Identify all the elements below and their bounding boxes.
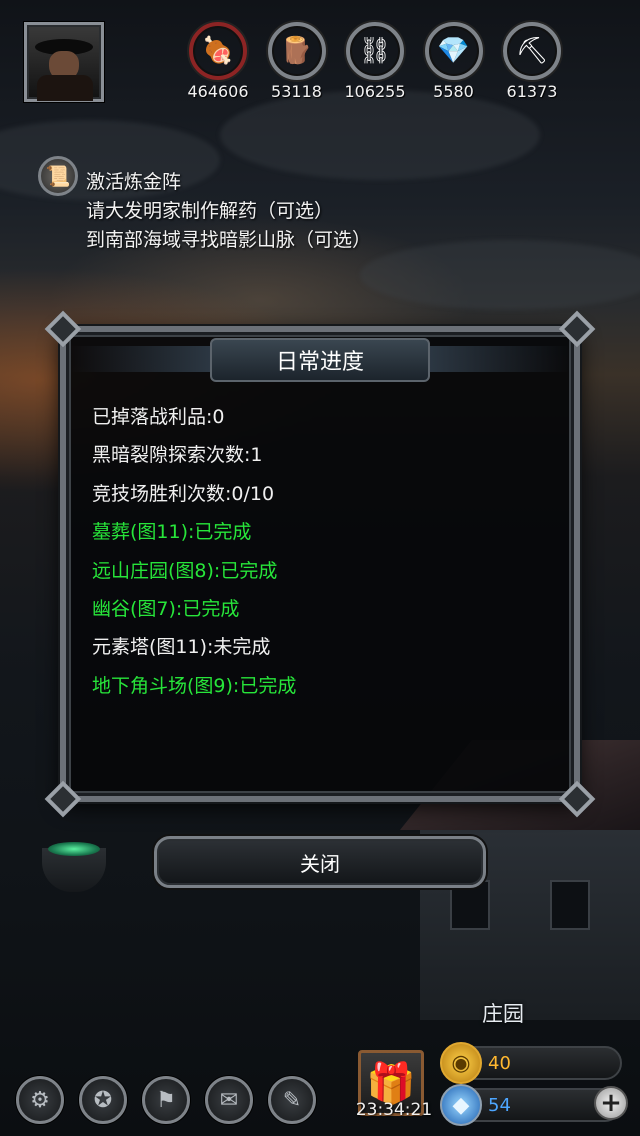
meat-icon: 🍖 bbox=[189, 22, 247, 80]
star-badge-icon[interactable]: ✪ bbox=[79, 1076, 127, 1124]
progress-row: 已掉落战利品:0 bbox=[92, 406, 225, 428]
resource-value: 5580 bbox=[433, 82, 474, 101]
scroll-icon[interactable]: 📜 bbox=[38, 156, 78, 196]
banner-icon[interactable]: ⚑ bbox=[142, 1076, 190, 1124]
progress-row: 元素塔(图11):未完成 bbox=[92, 636, 271, 659]
resource-value: 61373 bbox=[506, 82, 558, 101]
resource-bar: 🍖 464606 🪵 53118 ⛓ 106255 💎 5580 ⛏ 61373 bbox=[180, 22, 570, 102]
scroll-icon[interactable]: ✎ bbox=[268, 1076, 316, 1124]
resource-value: 464606 bbox=[187, 82, 249, 101]
quest-item: 到南部海域寻找暗影山脉（可选） bbox=[86, 229, 372, 251]
clock: 23:34:21 bbox=[355, 1100, 433, 1120]
progress-row: 竞技场胜利次数:0/10 bbox=[92, 482, 275, 505]
progress-row: 地下角斗场(图9):已完成 bbox=[92, 674, 297, 697]
quest-item: 请大发明家制作解药（可选） bbox=[86, 200, 334, 222]
quest-item: 激活炼金阵 bbox=[86, 171, 182, 193]
resource-meat[interactable]: 🍖 464606 bbox=[180, 22, 256, 102]
resource-iron[interactable]: ⛓ 106255 bbox=[337, 22, 413, 102]
progress-row: 黑暗裂隙探索次数:1 bbox=[92, 444, 263, 467]
quest-list[interactable]: 激活炼金阵 请大发明家制作解药（可选） 到南部海域寻找暗影山脉（可选） bbox=[86, 168, 371, 255]
close-button[interactable]: 关闭 bbox=[154, 836, 486, 888]
gem-value: 54 bbox=[488, 1095, 511, 1116]
resource-crystal[interactable]: 💎 5580 bbox=[416, 22, 492, 102]
progress-row: 幽谷(图7):已完成 bbox=[92, 598, 240, 621]
gold-counter: ◉ 40 bbox=[440, 1042, 622, 1084]
daily-progress-dialog: 日常进度 已掉落战利品:0 黑暗裂隙探索次数:1 竞技场胜利次数:0/10 墓葬… bbox=[44, 310, 596, 818]
resource-ore[interactable]: ⛏ 61373 bbox=[494, 22, 570, 102]
iron-icon: ⛓ bbox=[346, 22, 404, 80]
gold-coin-icon: ◉ bbox=[440, 1042, 482, 1084]
cauldron bbox=[42, 842, 106, 892]
crystal-icon: 💎 bbox=[424, 22, 483, 80]
resource-value: 53118 bbox=[271, 82, 322, 101]
ore-icon: ⛏ bbox=[503, 22, 561, 80]
location-label: 庄园 bbox=[482, 1002, 524, 1026]
add-gems-button[interactable]: + bbox=[594, 1086, 628, 1120]
gem-icon: ◆ bbox=[440, 1084, 482, 1126]
resource-value: 106255 bbox=[344, 82, 406, 101]
dialog-title: 日常进度 bbox=[210, 338, 430, 382]
player-avatar[interactable] bbox=[24, 22, 104, 102]
gold-value: 40 bbox=[488, 1053, 511, 1074]
bottom-toolbar: ⚙ ✪ ⚑ ✉ ✎ bbox=[16, 1076, 316, 1124]
gear-icon[interactable]: ⚙ bbox=[16, 1076, 64, 1124]
progress-list: 已掉落战利品:0 黑暗裂隙探索次数:1 竞技场胜利次数:0/10 墓葬(图11)… bbox=[92, 398, 550, 705]
mail-icon[interactable]: ✉ bbox=[205, 1076, 253, 1124]
progress-row: 墓葬(图11):已完成 bbox=[92, 521, 252, 544]
progress-row: 远山庄园(图8):已完成 bbox=[92, 559, 278, 582]
resource-wood[interactable]: 🪵 53118 bbox=[259, 22, 335, 102]
wood-icon: 🪵 bbox=[267, 22, 326, 80]
